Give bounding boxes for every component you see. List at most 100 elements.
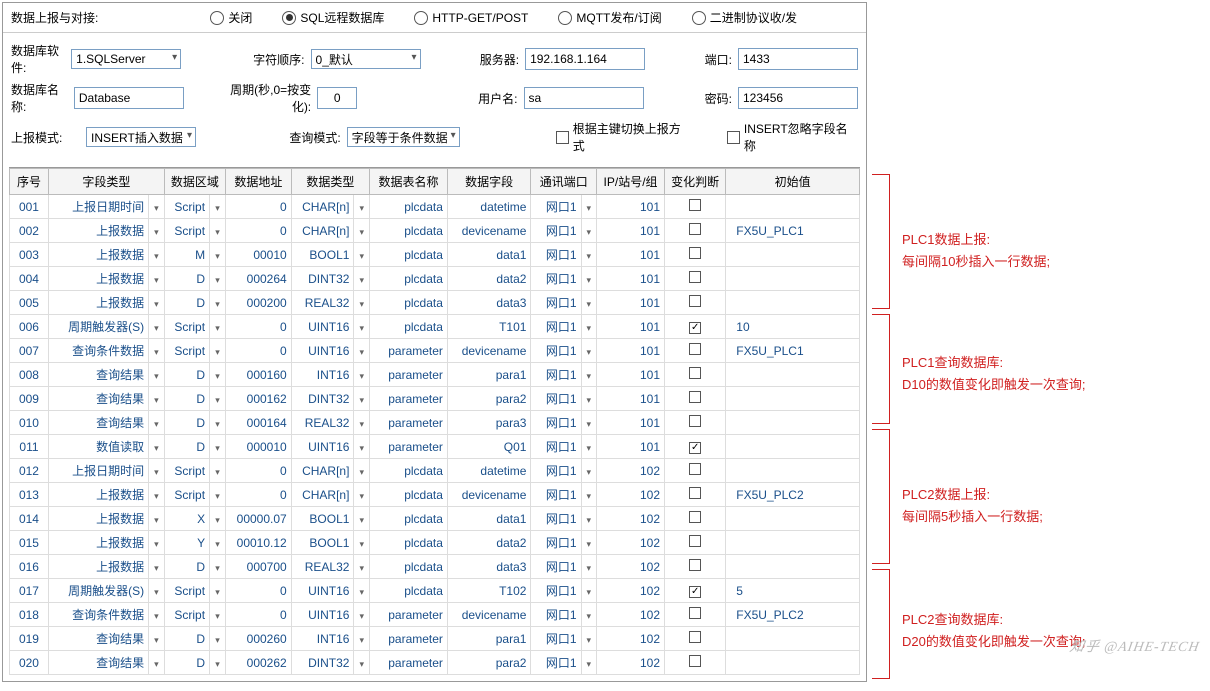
cell-chg[interactable] xyxy=(665,363,726,387)
cell-field[interactable]: data2 xyxy=(447,531,531,555)
cell-chg[interactable] xyxy=(665,315,726,339)
radio-mqtt[interactable]: MQTT发布/订阅 xyxy=(558,9,661,26)
col-area[interactable]: 数据区域 xyxy=(164,169,225,195)
cell-dtype[interactable]: REAL32 xyxy=(291,411,354,435)
cell-init[interactable] xyxy=(726,267,860,291)
chk-insert-ignore[interactable]: INSERT忽略字段名称 xyxy=(727,120,858,154)
cell-ip[interactable]: 101 xyxy=(597,363,665,387)
cell-chg[interactable] xyxy=(665,603,726,627)
dropdown-icon[interactable]: ▾ xyxy=(149,195,165,219)
dropdown-icon[interactable]: ▾ xyxy=(210,339,226,363)
cell-ftype[interactable]: 查询结果 xyxy=(48,363,148,387)
table-row[interactable]: 003上报数据▾M▾00010BOOL1▾plcdatadata1网口1▾101 xyxy=(10,243,860,267)
cell-chg[interactable] xyxy=(665,675,726,676)
cell-field[interactable]: T101 xyxy=(447,315,531,339)
cell-init[interactable] xyxy=(726,675,860,676)
cell-port[interactable]: 网口1 xyxy=(531,459,581,483)
dropdown-icon[interactable]: ▾ xyxy=(149,243,165,267)
cell-field[interactable]: data2 xyxy=(447,267,531,291)
cell-table[interactable]: plcdata xyxy=(370,459,448,483)
cell-field[interactable]: datetime xyxy=(447,459,531,483)
dropdown-icon[interactable]: ▾ xyxy=(210,483,226,507)
cell-chg[interactable] xyxy=(665,195,726,219)
cell-chg[interactable] xyxy=(665,267,726,291)
radio-http[interactable]: HTTP-GET/POST xyxy=(414,11,528,25)
server-input[interactable] xyxy=(525,48,645,70)
cell-ftype[interactable]: 上报数据 xyxy=(48,531,148,555)
dropdown-icon[interactable]: ▾ xyxy=(354,315,370,339)
cell-area[interactable]: M xyxy=(164,243,209,267)
cell-field[interactable]: data3 xyxy=(447,555,531,579)
table-row[interactable]: 018查询条件数据▾Script▾0UINT16▾parameterdevice… xyxy=(10,603,860,627)
dropdown-icon[interactable]: ▾ xyxy=(354,339,370,363)
cell-field[interactable]: devicename xyxy=(447,219,531,243)
cell-ftype[interactable]: 查询条件数据 xyxy=(48,339,148,363)
report-mode-select[interactable] xyxy=(86,127,196,147)
cell-table[interactable]: plcdata xyxy=(370,531,448,555)
dropdown-icon[interactable]: ▾ xyxy=(581,339,597,363)
dropdown-icon[interactable]: ▾ xyxy=(354,675,370,676)
cell-table[interactable]: parameter xyxy=(370,603,448,627)
cell-init[interactable] xyxy=(726,363,860,387)
cell-ip[interactable]: 102 xyxy=(597,627,665,651)
cell-init[interactable] xyxy=(726,435,860,459)
cell-ftype[interactable]: 上报数据 xyxy=(48,291,148,315)
cell-ip[interactable]: 101 xyxy=(597,435,665,459)
dropdown-icon[interactable]: ▾ xyxy=(149,435,165,459)
cell-chg[interactable] xyxy=(665,387,726,411)
dropdown-icon[interactable]: ▾ xyxy=(581,435,597,459)
dropdown-icon[interactable]: ▾ xyxy=(210,363,226,387)
period-input[interactable] xyxy=(317,87,357,109)
dropdown-icon[interactable]: ▾ xyxy=(581,363,597,387)
cell-addr[interactable]: 0 xyxy=(225,459,291,483)
cell-table[interactable]: parameter xyxy=(370,435,448,459)
cell-ftype[interactable]: 查询结果 xyxy=(48,651,148,675)
cell-init[interactable]: 5 xyxy=(726,579,860,603)
cell-ftype[interactable]: 数值读取 xyxy=(48,435,148,459)
dropdown-icon[interactable]: ▾ xyxy=(581,411,597,435)
dropdown-icon[interactable]: ▾ xyxy=(581,603,597,627)
cell-port[interactable]: 网口1 xyxy=(531,411,581,435)
radio-binary[interactable]: 二进制协议收/发 xyxy=(692,9,797,26)
cell-dtype[interactable]: UINT16 xyxy=(291,435,354,459)
dropdown-icon[interactable]: ▾ xyxy=(354,555,370,579)
cell-port[interactable]: 网口1 xyxy=(531,555,581,579)
col-chg[interactable]: 变化判断 xyxy=(665,169,726,195)
cell-addr[interactable]: 0 xyxy=(225,219,291,243)
col-seq[interactable]: 序号 xyxy=(10,169,49,195)
cell-ftype[interactable]: 查询条件数据 xyxy=(48,603,148,627)
cell-init[interactable] xyxy=(726,387,860,411)
dropdown-icon[interactable]: ▾ xyxy=(210,627,226,651)
col-port[interactable]: 通讯端口 xyxy=(531,169,597,195)
dropdown-icon[interactable]: ▾ xyxy=(149,675,165,676)
dropdown-icon[interactable]: ▾ xyxy=(581,459,597,483)
dropdown-icon[interactable]: ▾ xyxy=(210,651,226,675)
cell-port[interactable]: 网口1 xyxy=(531,435,581,459)
cell-field[interactable]: T102 xyxy=(447,579,531,603)
cell-chg[interactable] xyxy=(665,531,726,555)
cell-addr[interactable]: 000162 xyxy=(225,387,291,411)
cell-table[interactable]: plcdata xyxy=(370,219,448,243)
cell-ftype[interactable]: 上报数据 xyxy=(48,267,148,291)
dropdown-icon[interactable]: ▾ xyxy=(354,411,370,435)
radio-close[interactable]: 关闭 xyxy=(210,9,252,26)
cell-port[interactable]: 网口1 xyxy=(531,651,581,675)
db-software-select[interactable] xyxy=(71,49,181,69)
cell-ip[interactable]: 102 xyxy=(597,531,665,555)
cell-addr[interactable]: 000262 xyxy=(225,651,291,675)
cell-init[interactable] xyxy=(726,555,860,579)
cell-field[interactable]: data1 xyxy=(447,507,531,531)
cell-chg[interactable] xyxy=(665,651,726,675)
cell-init[interactable] xyxy=(726,651,860,675)
cell-area[interactable]: D xyxy=(164,651,209,675)
cell-chg[interactable] xyxy=(665,483,726,507)
cell-table[interactable]: plcdata xyxy=(370,483,448,507)
dropdown-icon[interactable]: ▾ xyxy=(581,291,597,315)
cell-addr[interactable]: 0 xyxy=(225,315,291,339)
cell-ip[interactable]: 101 xyxy=(597,411,665,435)
col-field[interactable]: 数据字段 xyxy=(447,169,531,195)
col-ip[interactable]: IP/站号/组 xyxy=(597,169,665,195)
cell-dtype[interactable]: CHAR[n] xyxy=(291,195,354,219)
dropdown-icon[interactable]: ▾ xyxy=(149,627,165,651)
dropdown-icon[interactable]: ▾ xyxy=(581,243,597,267)
